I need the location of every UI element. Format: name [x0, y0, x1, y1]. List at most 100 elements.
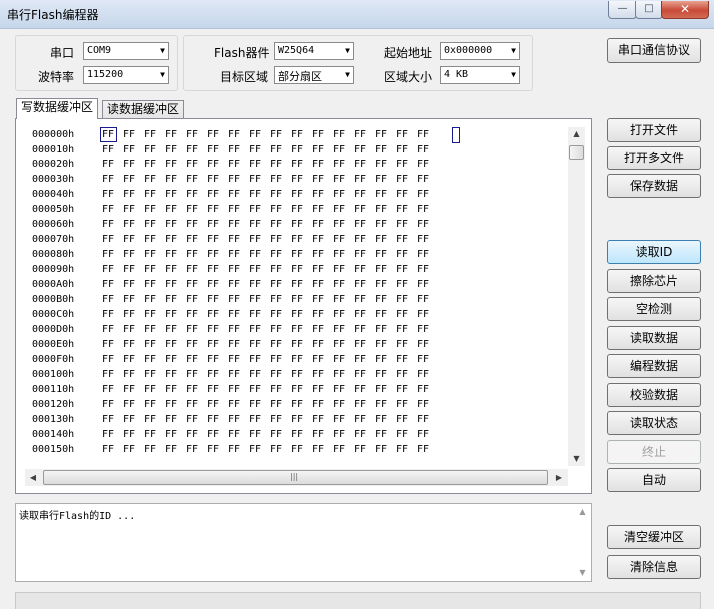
hex-editor[interactable]: 000000h FF FF FF FF FF FF FF FF FF FF FF FF FF FF FF FF 0… — [24, 126, 568, 466]
hex-byte[interactable]: FF — [144, 204, 156, 215]
hex-byte[interactable]: FF — [270, 339, 282, 350]
hex-byte[interactable]: FF — [375, 384, 387, 395]
hex-byte[interactable]: FF — [123, 204, 135, 215]
hex-byte[interactable]: FF — [270, 174, 282, 185]
hex-byte[interactable]: FF — [123, 174, 135, 185]
log-scrollbar[interactable]: ▲ ▼ — [574, 504, 591, 581]
hex-byte[interactable]: FF — [102, 249, 114, 260]
start-address-select[interactable]: 0x000000 ▼ — [440, 42, 520, 60]
hex-byte[interactable]: FF — [102, 159, 114, 170]
hex-byte[interactable]: FF — [228, 159, 240, 170]
baud-select[interactable]: 115200 ▼ — [83, 66, 169, 84]
hex-byte[interactable]: FF — [354, 354, 366, 365]
hex-byte[interactable]: FF — [165, 219, 177, 230]
hex-byte[interactable]: FF — [375, 339, 387, 350]
erase-chip-button[interactable]: 擦除芯片 — [607, 269, 701, 293]
hex-byte[interactable]: FF — [186, 249, 198, 260]
hex-byte[interactable]: FF — [207, 309, 219, 320]
hex-byte[interactable]: FF — [375, 294, 387, 305]
hex-byte[interactable]: FF — [102, 294, 114, 305]
hex-byte[interactable]: FF — [207, 189, 219, 200]
hex-byte[interactable]: FF — [333, 309, 345, 320]
hex-byte[interactable]: FF — [270, 234, 282, 245]
hex-byte[interactable]: FF — [123, 369, 135, 380]
hex-byte[interactable]: FF — [249, 279, 261, 290]
hex-byte[interactable]: FF — [165, 354, 177, 365]
hex-byte[interactable]: FF — [165, 444, 177, 455]
hex-byte[interactable]: FF — [312, 369, 324, 380]
hex-byte[interactable]: FF — [249, 444, 261, 455]
hex-byte[interactable]: FF — [144, 414, 156, 425]
hex-byte[interactable]: FF — [417, 144, 429, 155]
hex-byte[interactable]: FF — [102, 279, 114, 290]
hex-byte[interactable]: FF — [207, 444, 219, 455]
hex-byte[interactable]: FF — [375, 354, 387, 365]
hex-byte[interactable]: FF — [375, 159, 387, 170]
hex-byte[interactable]: FF — [375, 309, 387, 320]
hex-byte[interactable]: FF — [396, 309, 408, 320]
hex-byte[interactable]: FF — [354, 219, 366, 230]
hex-byte[interactable]: FF — [375, 264, 387, 275]
port-select[interactable]: COM9 ▼ — [83, 42, 169, 60]
minimize-button[interactable]: — — [608, 1, 637, 19]
hex-byte[interactable]: FF — [102, 309, 114, 320]
hex-byte[interactable]: FF — [333, 144, 345, 155]
hex-byte[interactable]: FF — [144, 129, 156, 140]
hex-byte[interactable]: FF — [333, 219, 345, 230]
hex-byte[interactable]: FF — [417, 264, 429, 275]
program-data-button[interactable]: 编程数据 — [607, 354, 701, 378]
hex-byte[interactable]: FF — [144, 294, 156, 305]
hex-byte[interactable]: FF — [354, 249, 366, 260]
hex-byte[interactable]: FF — [396, 384, 408, 395]
hex-byte[interactable]: FF — [312, 309, 324, 320]
hex-byte[interactable]: FF — [333, 399, 345, 410]
horizontal-scroll-thumb[interactable]: ||| — [43, 470, 548, 485]
hex-byte[interactable]: FF — [333, 354, 345, 365]
hex-byte[interactable]: FF — [291, 204, 303, 215]
hex-byte[interactable]: FF — [354, 399, 366, 410]
hex-byte[interactable]: FF — [312, 129, 324, 140]
vertical-scroll-thumb[interactable] — [569, 145, 584, 160]
hex-byte[interactable]: FF — [417, 429, 429, 440]
hex-byte[interactable]: FF — [249, 264, 261, 275]
hex-byte[interactable]: FF — [165, 174, 177, 185]
hex-byte[interactable]: FF — [417, 339, 429, 350]
hex-byte[interactable]: FF — [102, 429, 114, 440]
hex-byte[interactable]: FF — [417, 399, 429, 410]
hex-byte[interactable]: FF — [249, 189, 261, 200]
hex-byte[interactable]: FF — [123, 189, 135, 200]
clear-info-button[interactable]: 清除信息 — [607, 555, 701, 579]
hex-byte[interactable]: FF — [249, 129, 261, 140]
hex-byte[interactable]: FF — [333, 369, 345, 380]
hex-byte[interactable]: FF — [312, 399, 324, 410]
vertical-scrollbar[interactable]: ▲ ▼ — [568, 127, 585, 466]
hex-byte[interactable]: FF — [102, 339, 114, 350]
hex-byte[interactable]: FF — [312, 234, 324, 245]
scroll-down-icon[interactable]: ▼ — [574, 568, 591, 577]
hex-byte[interactable]: FF — [165, 399, 177, 410]
hex-byte[interactable]: FF — [375, 369, 387, 380]
hex-byte[interactable]: FF — [144, 399, 156, 410]
hex-byte[interactable]: FF — [102, 399, 114, 410]
hex-byte[interactable]: FF — [270, 249, 282, 260]
hex-byte[interactable]: FF — [123, 129, 135, 140]
hex-byte[interactable]: FF — [396, 429, 408, 440]
save-data-button[interactable]: 保存数据 — [607, 174, 701, 198]
hex-byte[interactable]: FF — [375, 279, 387, 290]
hex-byte[interactable]: FF — [165, 264, 177, 275]
hex-byte[interactable]: FF — [186, 204, 198, 215]
hex-byte[interactable]: FF — [123, 264, 135, 275]
hex-byte[interactable]: FF — [417, 444, 429, 455]
hex-byte[interactable]: FF — [207, 204, 219, 215]
hex-byte[interactable]: FF — [396, 444, 408, 455]
hex-byte[interactable]: FF — [270, 264, 282, 275]
hex-byte[interactable]: FF — [417, 204, 429, 215]
hex-byte[interactable]: FF — [354, 279, 366, 290]
hex-byte[interactable]: FF — [312, 204, 324, 215]
hex-byte[interactable]: FF — [249, 234, 261, 245]
hex-byte[interactable]: FF — [165, 384, 177, 395]
hex-byte[interactable]: FF — [291, 324, 303, 335]
hex-byte[interactable]: FF — [333, 204, 345, 215]
hex-byte[interactable]: FF — [186, 369, 198, 380]
hex-byte[interactable]: FF — [312, 414, 324, 425]
